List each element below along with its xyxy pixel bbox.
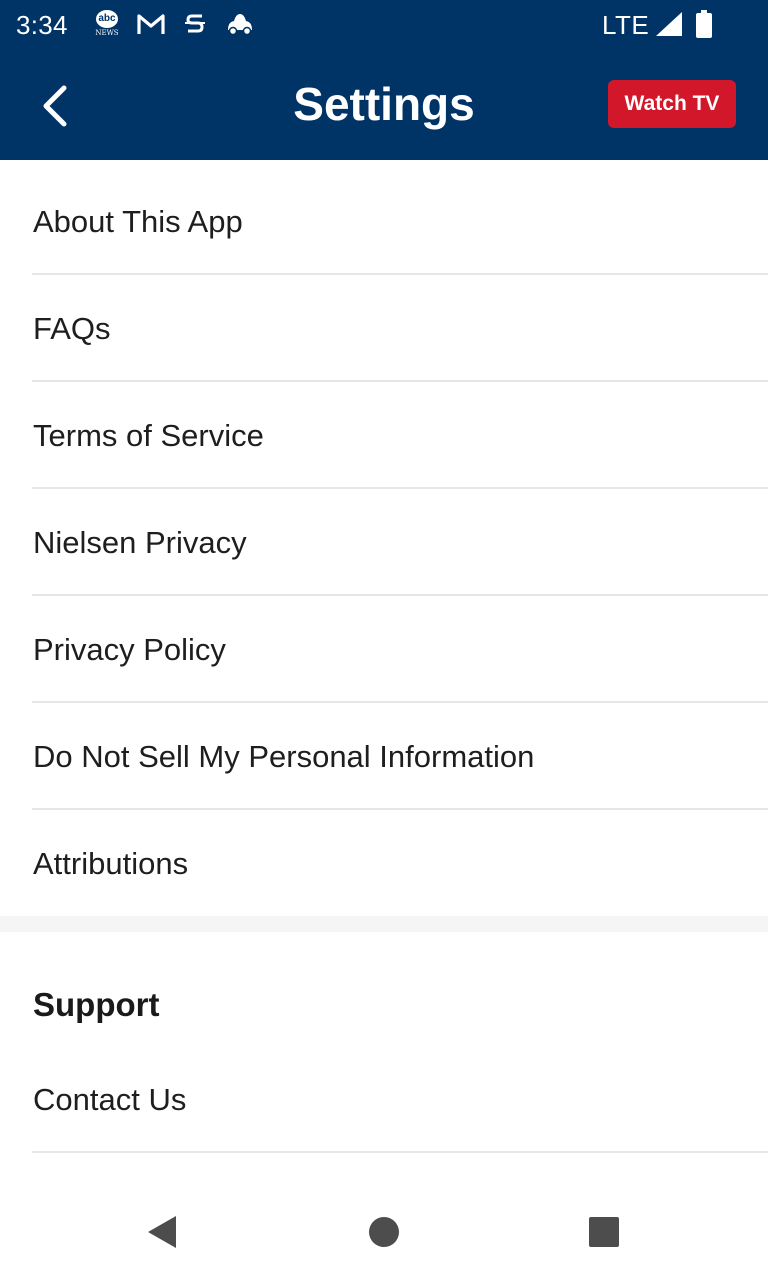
settings-list: About This App FAQs Terms of Service Nie… — [0, 168, 768, 917]
settings-item-label: Attributions — [33, 846, 189, 881]
settings-item-attributions[interactable]: Attributions — [0, 810, 768, 917]
status-time: 3:34 — [16, 10, 68, 40]
abc-logo-text: abc — [96, 10, 118, 28]
settings-item-label: Terms of Service — [33, 418, 264, 453]
system-nav-bar — [0, 1184, 768, 1280]
settings-item-label: Privacy Policy — [33, 632, 226, 667]
settings-item-label: About This App — [33, 204, 243, 239]
support-section-title: Support — [33, 986, 160, 1023]
settings-item-label: Do Not Sell My Personal Information — [33, 739, 535, 774]
signal-icon — [656, 12, 682, 36]
network-type: LTE — [602, 10, 650, 40]
support-item-contact-us[interactable]: Contact Us — [0, 1046, 768, 1153]
gmail-icon — [137, 14, 165, 34]
settings-item-about[interactable]: About This App — [0, 168, 768, 275]
battery-icon — [696, 10, 712, 38]
abc-logo-subtext: NEWS — [95, 29, 119, 37]
abc-news-icon: abc NEWS — [94, 10, 120, 38]
support-item-label: Contact Us — [33, 1082, 187, 1117]
settings-item-do-not-sell[interactable]: Do Not Sell My Personal Information — [0, 703, 768, 810]
status-bar: 3:34 abc NEWS LTE — [0, 0, 768, 48]
section-separator — [0, 916, 768, 932]
s-app-icon — [185, 14, 205, 33]
back-triangle-icon[interactable] — [138, 1212, 186, 1252]
home-circle-icon[interactable] — [360, 1212, 408, 1252]
settings-item-terms[interactable]: Terms of Service — [0, 382, 768, 489]
support-list: Contact Us — [0, 1046, 768, 1153]
divider — [32, 1151, 768, 1153]
app-bar: Settings Watch TV — [0, 48, 768, 160]
watch-tv-button[interactable]: Watch TV — [608, 80, 736, 128]
settings-item-label: FAQs — [33, 311, 111, 346]
car-app-icon — [228, 14, 252, 36]
settings-item-privacy-policy[interactable]: Privacy Policy — [0, 596, 768, 703]
recents-square-icon[interactable] — [580, 1212, 628, 1252]
settings-item-label: Nielsen Privacy — [33, 525, 247, 560]
chevron-left-icon[interactable] — [32, 76, 80, 132]
settings-item-faqs[interactable]: FAQs — [0, 275, 768, 382]
settings-item-nielsen-privacy[interactable]: Nielsen Privacy — [0, 489, 768, 596]
